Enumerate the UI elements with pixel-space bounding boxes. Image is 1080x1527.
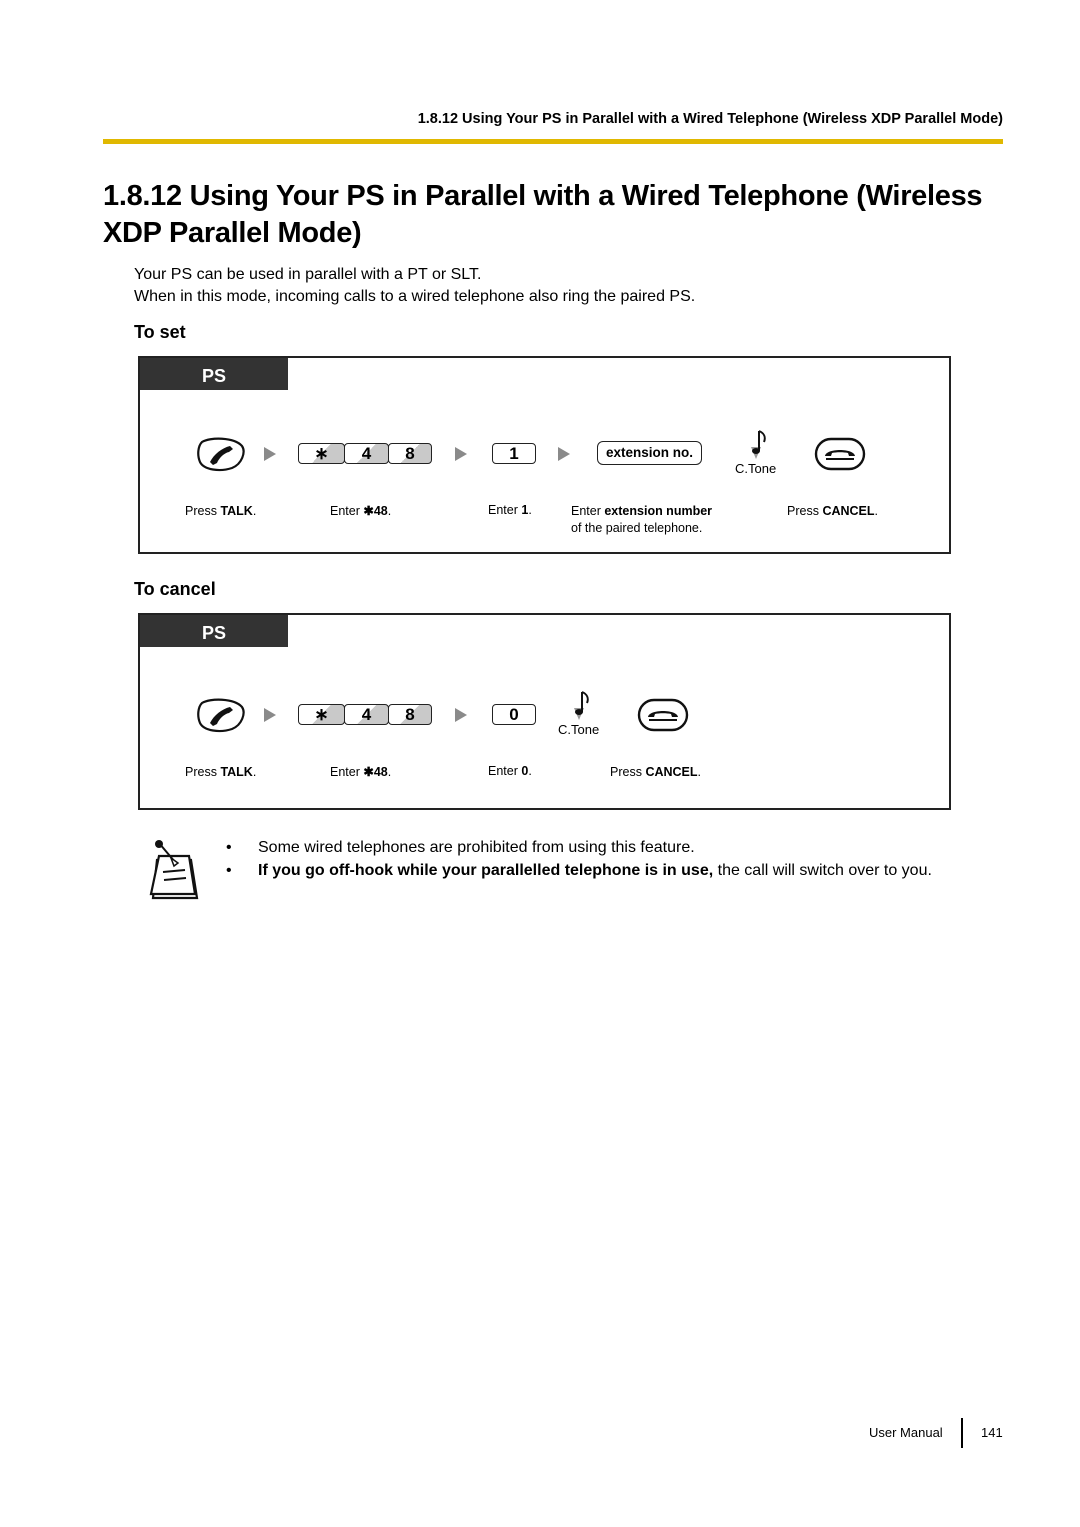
step-enter-extension: Enter extension number of the paired tele… <box>571 504 713 535</box>
key-8: 8 <box>388 443 432 464</box>
cancel-icon <box>637 698 689 732</box>
arrow-icon <box>264 447 276 461</box>
key-4: 4 <box>344 443 389 464</box>
intro-text: Your PS can be used in parallel with a P… <box>134 264 695 308</box>
note-item: • If you go off-hook while your parallel… <box>226 859 1016 882</box>
step-press-cancel: Press CANCEL. <box>610 765 702 779</box>
key-star: ∗ <box>298 443 345 464</box>
key-star: ∗ <box>298 704 345 725</box>
step-enter-digit: Enter 1. <box>488 503 532 517</box>
c-tone-label: C.Tone <box>735 461 777 476</box>
confirmation-tone-icon <box>751 430 766 459</box>
confirmation-tone-icon <box>574 691 589 720</box>
intro-line: Your PS can be used in parallel with a P… <box>134 266 482 283</box>
arrow-icon <box>455 447 467 461</box>
extension-key: extension no. <box>597 441 703 465</box>
key-1: 1 <box>492 443 536 464</box>
bullet: • <box>226 839 232 856</box>
step-enter-code: Enter ✱48. <box>330 765 392 779</box>
ps-tab: PS <box>140 358 288 390</box>
note-item: • Some wired telephones are prohibited f… <box>226 836 1016 859</box>
intro-line: When in this mode, incoming calls to a w… <box>134 288 696 305</box>
step-enter-code: Enter ✱48. <box>330 504 392 518</box>
arrow-icon <box>264 708 276 722</box>
note-icon <box>149 840 199 900</box>
to-set-heading: To set <box>134 322 186 342</box>
page-number: 141 <box>981 1425 1003 1440</box>
footer-divider <box>961 1418 963 1448</box>
cancel-icon <box>814 437 866 471</box>
header-rule <box>103 139 1003 144</box>
bullet: • <box>226 862 232 879</box>
page-title: 1.8.12 Using Your PS in Parallel with a … <box>103 180 983 249</box>
key-4: 4 <box>344 704 389 725</box>
key-8: 8 <box>388 704 432 725</box>
key-0: 0 <box>492 704 536 725</box>
talk-icon <box>197 698 245 733</box>
talk-icon <box>197 437 245 472</box>
to-set-panel: PS ∗ 4 8 1 extension no. C.Tone Press TA… <box>138 356 951 554</box>
step-press-talk: Press TALK. <box>185 765 257 779</box>
note-list: • Some wired telephones are prohibited f… <box>226 836 1016 882</box>
ps-tab: PS <box>140 615 288 647</box>
to-cancel-heading: To cancel <box>134 579 216 599</box>
step-enter-digit: Enter 0. <box>488 764 532 778</box>
footer-label: User Manual <box>869 1425 943 1440</box>
running-header: 1.8.12 Using Your PS in Parallel with a … <box>417 111 1003 127</box>
to-cancel-panel: PS ∗ 4 8 0 C.Tone Press TALK. Enter ✱48.… <box>138 613 951 810</box>
arrow-icon <box>455 708 467 722</box>
step-press-cancel: Press CANCEL. <box>787 504 879 518</box>
arrow-icon <box>558 447 570 461</box>
c-tone-label: C.Tone <box>558 722 600 737</box>
step-press-talk: Press TALK. <box>185 504 257 518</box>
